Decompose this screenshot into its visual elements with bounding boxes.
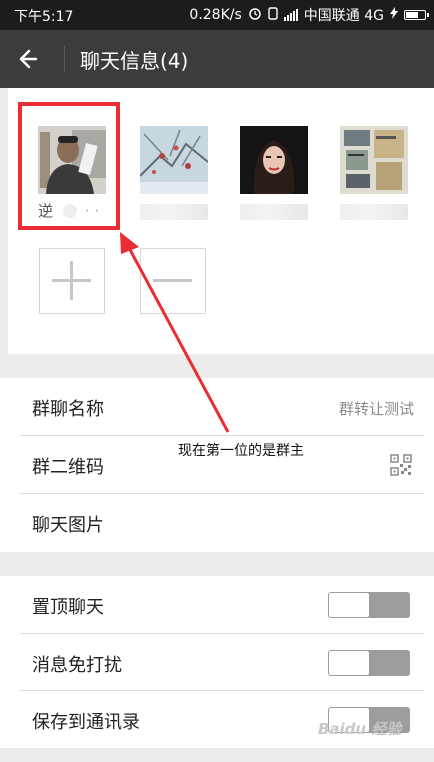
annotation-text: 现在第一位的是群主 <box>178 443 304 459</box>
watermark: Baidu 经验 <box>318 720 402 738</box>
annotation-arrow <box>120 232 230 433</box>
